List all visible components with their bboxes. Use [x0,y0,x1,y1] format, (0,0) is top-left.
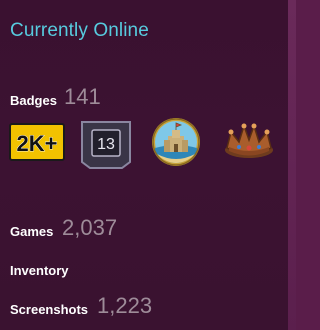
screenshots-label: Screenshots [10,302,89,317]
badges-label: Badges [10,93,57,108]
screenshots-count[interactable]: 1,223 [97,293,152,319]
screenshots-link[interactable]: Screenshots [10,302,88,317]
games-count[interactable]: 2,037 [62,215,117,241]
sandcastle-badge-icon[interactable] [148,118,204,170]
inventory-link[interactable]: Inventory [10,263,69,278]
games-link[interactable]: Games [10,224,53,239]
badges-link[interactable]: Badges [10,93,57,108]
games-label: Games [10,224,54,239]
level-13-badge-icon[interactable]: 13 [78,118,134,170]
crown-badge-icon[interactable] [220,118,278,170]
2k-plus-badge-icon[interactable]: 2K+ [8,118,66,170]
page-background-edge [288,0,296,330]
online-status: Currently Online [10,20,149,41]
inventory-label: Inventory [10,263,69,278]
profile-stats-panel: Currently Online Badges 141 2K+ 13 Games… [0,0,288,330]
badge-list: 2K+ 13 [8,118,288,170]
level-13-badge-text: 13 [97,136,115,153]
2k-plus-badge-text: 2K+ [17,131,58,156]
badges-count[interactable]: 141 [64,84,101,110]
